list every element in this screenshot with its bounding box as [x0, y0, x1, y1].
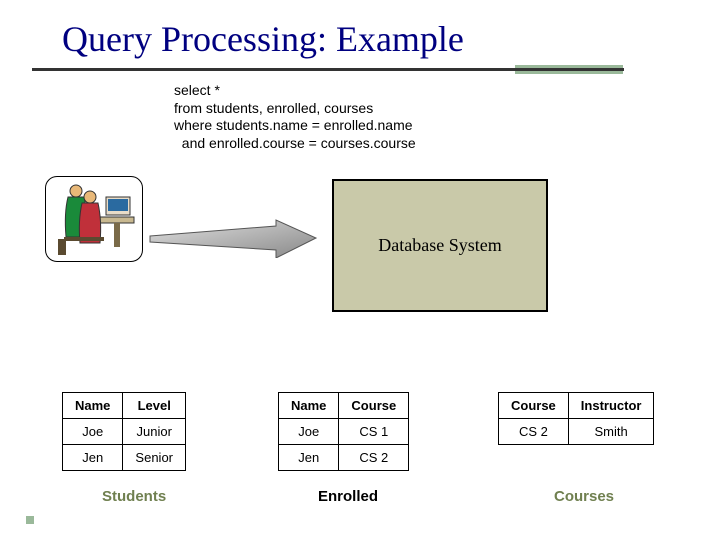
cell: Jen [279, 445, 339, 471]
sql-line: and enrolled.course = courses.course [174, 135, 416, 153]
students-table: Name Level Joe Junior Jen Senior [62, 392, 186, 471]
col-header: Course [339, 393, 409, 419]
col-header: Course [499, 393, 569, 419]
enrolled-table: Name Course Joe CS 1 Jen CS 2 [278, 392, 409, 471]
database-system-box: Database System [332, 179, 548, 312]
col-header: Level [123, 393, 186, 419]
cell: CS 2 [339, 445, 409, 471]
cell: Smith [568, 419, 654, 445]
col-header: Instructor [568, 393, 654, 419]
cell: Junior [123, 419, 186, 445]
cell: Jen [63, 445, 123, 471]
enrolled-label: Enrolled [318, 488, 378, 505]
table-row: Jen Senior [63, 445, 186, 471]
courses-label: Courses [554, 488, 614, 505]
sql-line: from students, enrolled, courses [174, 100, 416, 118]
cell: Senior [123, 445, 186, 471]
table-row: Joe Junior [63, 419, 186, 445]
users-clipart [45, 176, 143, 262]
col-header: Name [279, 393, 339, 419]
arrow-icon [148, 218, 318, 258]
table-row: Jen CS 2 [279, 445, 409, 471]
slide-decoration [26, 516, 34, 524]
sql-query-block: select * from students, enrolled, course… [174, 82, 416, 152]
students-label: Students [102, 488, 166, 505]
sql-line: select * [174, 82, 416, 100]
courses-table: Course Instructor CS 2 Smith [498, 392, 654, 445]
col-header: Name [63, 393, 123, 419]
users-at-computer-icon [46, 177, 142, 261]
sql-line: where students.name = enrolled.name [174, 117, 416, 135]
database-system-label: Database System [378, 235, 501, 256]
cell: CS 2 [499, 419, 569, 445]
table-row: Joe CS 1 [279, 419, 409, 445]
cell: CS 1 [339, 419, 409, 445]
page-title: Query Processing: Example [62, 18, 464, 60]
cell: Joe [63, 419, 123, 445]
horizontal-rule [32, 68, 624, 71]
table-row: CS 2 Smith [499, 419, 654, 445]
cell: Joe [279, 419, 339, 445]
